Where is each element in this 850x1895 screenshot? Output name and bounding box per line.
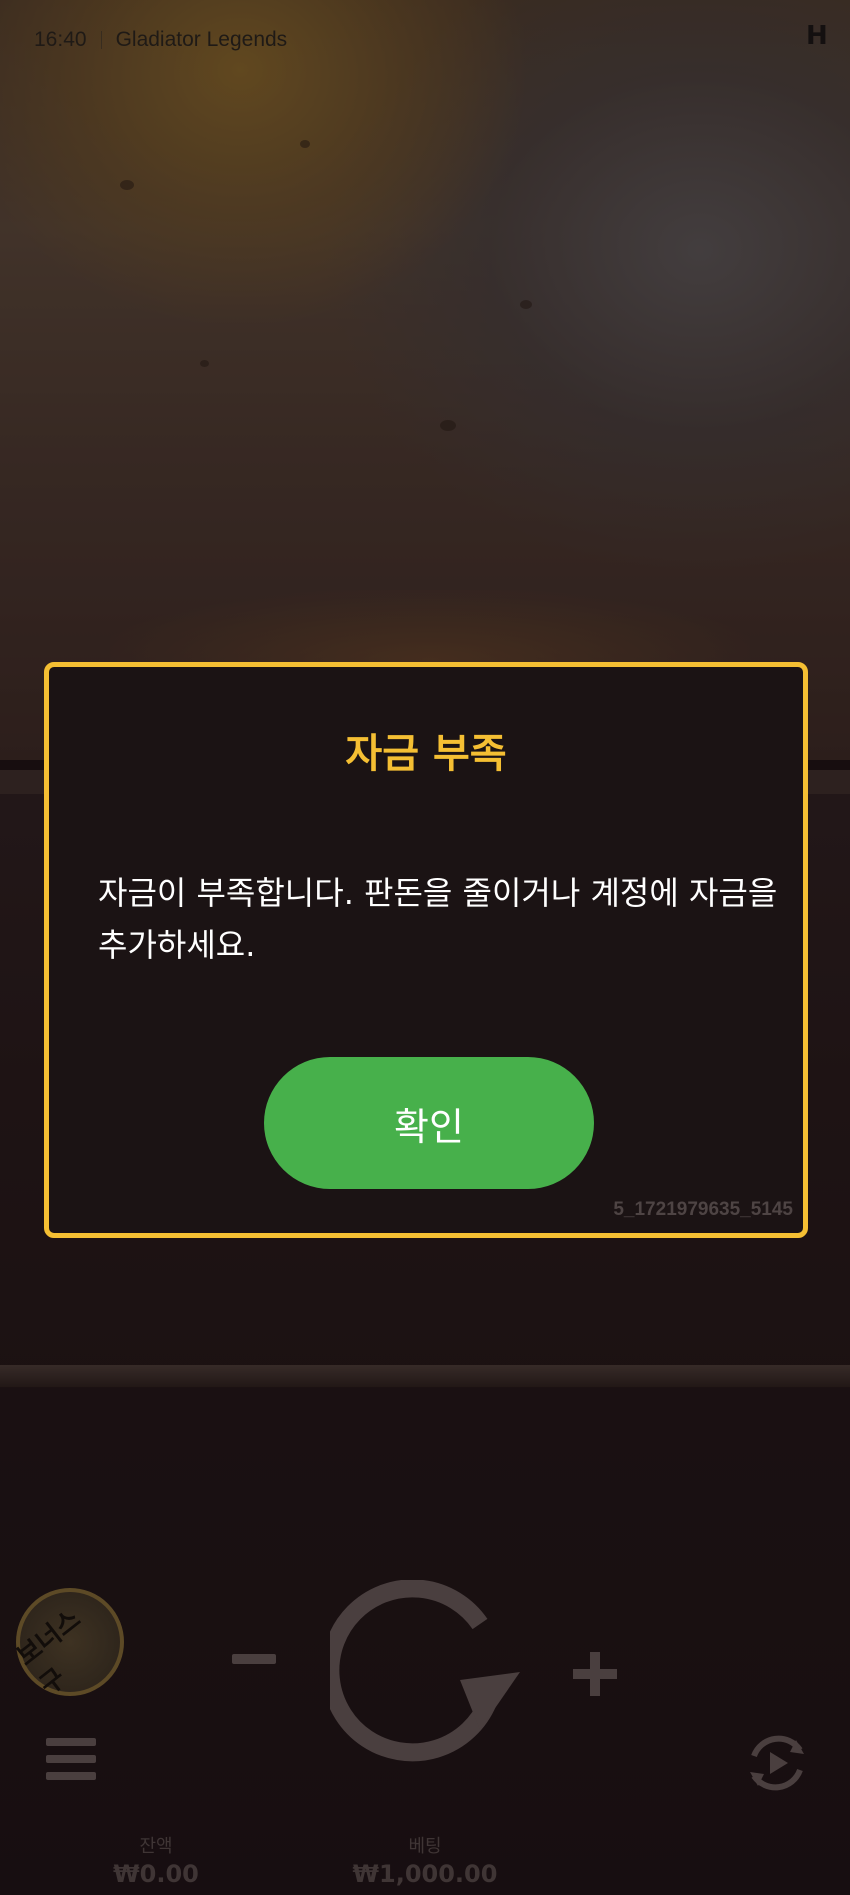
session-id: 5_1721979635_5145 xyxy=(613,1199,793,1220)
dialog-message: 자금이 부족합니다. 판돈을 줄이거나 계정에 자금을 추가하세요. xyxy=(98,874,778,964)
brand-logo-icon: H xyxy=(806,21,828,51)
spin-button[interactable] xyxy=(321,1579,530,1770)
spin-icon xyxy=(321,1579,520,1762)
header-divider xyxy=(100,31,102,49)
increase-bet-button[interactable] xyxy=(573,1652,617,1696)
status-header: 16:40 Gladiator Legends xyxy=(34,24,287,56)
confirm-button[interactable]: 확인 xyxy=(264,1057,594,1189)
menu-icon-line xyxy=(46,1772,96,1780)
decrease-bet-button[interactable] xyxy=(232,1654,276,1664)
menu-icon-line xyxy=(46,1738,96,1746)
plus-icon-v xyxy=(590,1652,600,1696)
dialog-title: 자금 부족 xyxy=(345,731,507,777)
bonus-buy-button[interactable]: 보너스 구 xyxy=(12,1588,124,1701)
balance-value: ₩0.00 xyxy=(113,1860,199,1888)
balance-display: 잔액 ₩0.00 xyxy=(100,1832,212,1888)
clock-time: 16:40 xyxy=(34,28,87,51)
bet-display: 베팅 ₩1,000.00 xyxy=(350,1832,500,1888)
bet-value: ₩1,000.00 xyxy=(352,1860,498,1888)
menu-icon-line xyxy=(46,1755,96,1763)
game-title: Gladiator Legends xyxy=(115,28,288,51)
balance-label: 잔액 xyxy=(139,1836,173,1857)
autoplay-icon xyxy=(750,1735,804,1791)
menu-button[interactable] xyxy=(46,1738,96,1780)
insufficient-funds-dialog: 자금 부족 자금이 부족합니다. 판돈을 줄이거나 계정에 자금을 추가하세요.… xyxy=(44,662,808,1238)
bet-label: 베팅 xyxy=(408,1836,442,1857)
autoplay-button[interactable] xyxy=(742,1730,812,1796)
